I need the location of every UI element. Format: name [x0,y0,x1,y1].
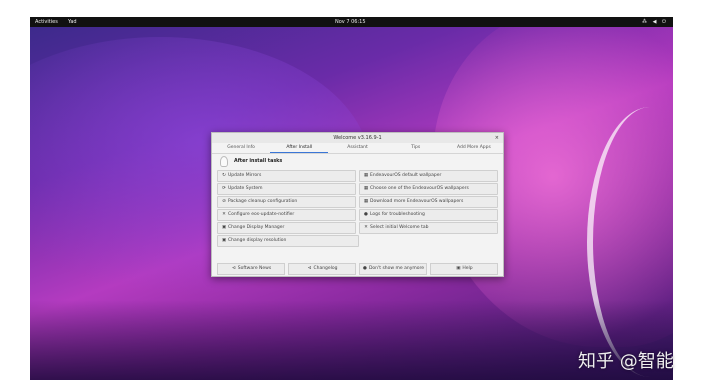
display-icon: ▣ [221,238,227,243]
bottom-bar: ⊲ Software News ⊲ Changelog ● Don't show me a… [217,263,498,275]
button-label: Logs for troubleshooting [370,212,425,217]
endeavouros-default-wallpaper-button[interactable]: ▦ EndeavourOS default wallpaper [359,170,498,182]
news-icon: ⊲ [231,266,236,271]
empty-cell [362,235,499,246]
system-tray[interactable]: ⁂ ◀ ⏻ [642,17,668,27]
change-display-manager-button[interactable]: ▣ Change Display Manager [217,222,356,234]
button-label: Changelog [313,266,338,271]
button-label: Choose one of the EndeavourOS wallpapers [370,186,469,191]
display-icon: ▣ [221,225,227,230]
change-display-resolution-button[interactable]: ▣ Change display resolution [217,235,359,247]
logs-for-troubleshooting-button[interactable]: ● Logs for troubleshooting [359,209,498,221]
task-row: ▣ Change display resolution [217,235,499,247]
help-button[interactable]: ▣ Help [430,263,498,275]
select-initial-welcome-tab-button[interactable]: ✕ Select initial Welcome tab [359,222,498,234]
configure-eos-update-notifier-button[interactable]: ✕ Configure eos-update-notifier [217,209,356,221]
refresh-icon: ↻ [222,173,226,178]
button-label: Configure eos-update-notifier [228,212,295,217]
window-titlebar[interactable]: Welcome v3.16.9-1 × [212,133,503,143]
choose-one-of-the-endeavouros-wallpapers-button[interactable]: ▦ Choose one of the EndeavourOS wallpaper… [359,183,498,195]
lightbulb-icon [220,155,228,167]
don-t-show-me-anymore-button[interactable]: ● Don't show me anymore [359,263,427,275]
button-label: Select initial Welcome tab [370,225,429,230]
welcome-window: Welcome v3.16.9-1 × General Info After In… [211,132,504,277]
clock[interactable]: Nov 7 06:15 [335,17,366,27]
package-cleanup-configuration-button[interactable]: ⊘ Package cleanup configuration [217,196,356,208]
task-row: ⊘ Package cleanup configuration ▦ Download … [217,196,498,208]
watermark: 知乎 @智能 [578,351,674,372]
logs-icon: ● [364,212,368,217]
button-label: EndeavourOS default wallpaper [370,173,442,178]
button-label: Update System [228,186,263,191]
button-label: Help [462,266,473,271]
button-label: Change display resolution [228,238,287,243]
wallpaper-icon: ▦ [363,173,369,178]
wallpaper-floor [30,300,673,380]
tab-bar: General Info After Install Assistant Tips Ad… [212,143,503,154]
tab-general-info[interactable]: General Info [212,143,270,153]
software-news-button[interactable]: ⊲ Software News [217,263,285,275]
cleanup-icon: ⊘ [222,199,226,204]
tools-icon: ✕ [222,212,226,217]
section-title: After install tasks [234,158,283,164]
tools-icon: ✕ [364,225,368,230]
tab-assistant[interactable]: Assistant [328,143,386,153]
tab-tips[interactable]: Tips [387,143,445,153]
close-icon[interactable]: × [495,133,499,143]
help-icon: ▣ [456,266,461,271]
tab-after-install[interactable]: After Install [270,143,329,153]
button-label: Download more EndeavourOS wallpapers [370,199,464,204]
section-header: After install tasks [212,154,503,168]
changelog-icon: ⊲ [307,266,312,271]
update-icon: ⟳ [222,186,226,191]
button-label: Package cleanup configuration [228,199,298,204]
task-row: ↻ Update Mirrors ▦ EndeavourOS default wall… [217,170,498,182]
download-more-endeavouros-wallpapers-button[interactable]: ▦ Download more EndeavourOS wallpapers [359,196,498,208]
task-grid: ↻ Update Mirrors ▦ EndeavourOS default wall… [217,170,498,248]
changelog-button[interactable]: ⊲ Changelog [288,263,356,275]
button-label: Software News [237,266,272,271]
task-row: ▣ Change Display Manager ✕ Select initial W… [217,222,498,234]
update-mirrors-button[interactable]: ↻ Update Mirrors [217,170,356,182]
activities-button[interactable]: Activities [35,17,58,27]
button-label: Change Display Manager [228,225,285,230]
desktop: Activities Yad Nov 7 06:15 ⁂ ◀ ⏻ Welcome… [30,17,673,380]
task-row: ⟳ Update System ▦ Choose one of the Endeavo… [217,183,498,195]
button-label: Update Mirrors [228,173,262,178]
wallpaper-icon: ▦ [363,199,369,204]
update-system-button[interactable]: ⟳ Update System [217,183,356,195]
wallpaper-icon: ▦ [363,186,369,191]
app-menu[interactable]: Yad [68,17,77,27]
button-label: Don't show me anymore [368,266,425,271]
task-row: ✕ Configure eos-update-notifier ● Logs for … [217,209,498,221]
window-title: Welcome v3.16.9-1 [333,135,382,141]
top-bar: Activities Yad Nov 7 06:15 ⁂ ◀ ⏻ [30,17,673,27]
tab-add-more-apps[interactable]: Add More Apps [445,143,503,153]
dont-show-icon: ● [362,266,367,271]
